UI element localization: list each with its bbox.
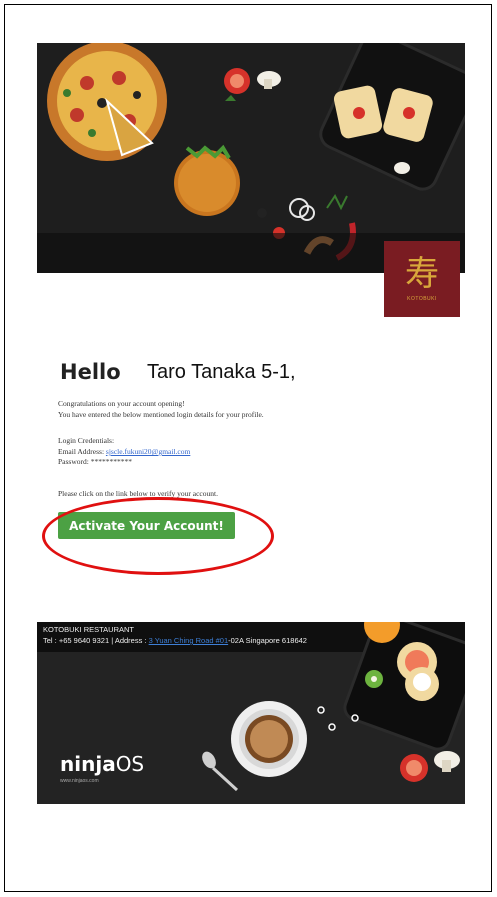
header-food-banner <box>37 43 465 273</box>
logo-kanji: 寿 <box>405 254 439 294</box>
fruit-plate-icon <box>343 622 465 751</box>
mushroom-icon <box>257 71 281 89</box>
tomato-icon <box>224 68 250 101</box>
footer-address-label: | Address : <box>111 636 147 645</box>
ninjaos-logo: ninjaOS <box>60 752 144 776</box>
congrats-text: Congratulations on your account opening! <box>58 399 185 408</box>
entered-text: You have entered the below mentioned log… <box>58 410 264 419</box>
spoon-icon <box>202 751 239 792</box>
password-value: *********** <box>90 457 132 466</box>
footer-address-rest: -02A Singapore 618642 <box>228 636 307 645</box>
pizza-icon <box>47 43 167 161</box>
greeting-hello: Hello <box>60 360 121 384</box>
kotobuki-logo: 寿 KOTOBUKI <box>384 241 460 317</box>
footer-tel-label: Tel : <box>43 636 57 645</box>
coffee-cup-icon <box>231 701 307 777</box>
password-row: Password: *********** <box>58 457 132 467</box>
footer-address-link[interactable]: 3 Yuan Ching Road #01 <box>149 636 229 645</box>
food-illustration <box>37 43 465 273</box>
footer-illustration <box>202 622 465 792</box>
greeting-name: Taro Tanaka 5-1, <box>147 361 296 383</box>
credentials-heading: Login Credentials: <box>58 436 115 445</box>
burger-icon <box>174 144 240 216</box>
email-label: Email Address: <box>58 447 105 456</box>
password-label: Password: <box>58 457 89 466</box>
email-link[interactable]: sjscle.fukuni20@gmail.com <box>106 447 190 456</box>
logo-text: KOTOBUKI <box>407 296 437 302</box>
annotation-circle <box>42 497 274 575</box>
email-row: Email Address: sjscle.fukuni20@gmail.com <box>58 447 190 457</box>
toast-plate-icon <box>319 43 465 191</box>
ninjaos-url: www.ninjaos.com <box>60 778 99 784</box>
footer-contact-line: Tel : +65 9640 9321 | Address : 3 Yuan C… <box>43 636 307 645</box>
kiwi-icon <box>365 670 383 688</box>
footer-restaurant-name: KOTOBUKI RESTAURANT <box>43 625 134 634</box>
ninja-logo-os: OS <box>115 752 145 776</box>
tomato-icon <box>400 754 428 782</box>
footer-tel-value: +65 9640 9321 <box>58 636 110 645</box>
footer-banner <box>37 622 465 804</box>
mushroom-icon <box>434 751 460 772</box>
ninja-logo-word: ninja <box>60 752 116 776</box>
